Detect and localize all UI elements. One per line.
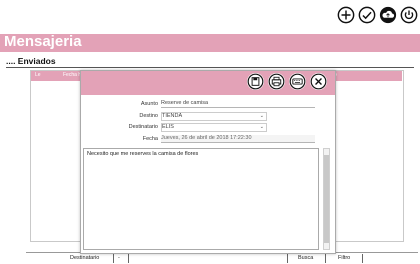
footer-separator (128, 254, 129, 263)
dialog-header (81, 71, 335, 95)
footer-search-input[interactable] (131, 255, 281, 263)
destino-label: Destino (139, 113, 158, 119)
print-icon[interactable] (268, 73, 285, 90)
plus-circle-icon[interactable] (337, 6, 355, 24)
footer-separator (362, 254, 363, 263)
search-button[interactable]: Busca (298, 255, 313, 261)
destino-select[interactable]: TIENDA ⌄ (161, 112, 267, 121)
destinatario-value: ELIS (162, 124, 174, 130)
message-dialog: Asunto Reserve de camisa Destino TIENDA … (80, 70, 336, 254)
app-header: Mensajeria (0, 33, 420, 52)
app-title: Mensajeria (4, 33, 82, 50)
close-icon[interactable] (310, 73, 327, 90)
top-toolbar (337, 6, 418, 24)
power-icon[interactable] (400, 6, 418, 24)
fecha-field: Jueves, 26 de abril de 2018 17:22:30 (161, 135, 315, 143)
footer-destinatario-label: Destinatario (70, 255, 100, 261)
asunto-label: Asunto (140, 101, 158, 107)
footer-separator (287, 254, 288, 263)
chevron-down-icon: ⌄ (259, 124, 264, 130)
fecha-label: Fecha (142, 136, 158, 142)
destinatario-label: Destinatario (128, 124, 158, 130)
asunto-field[interactable]: Reserve de camisa (161, 100, 315, 108)
table-header-le: Le (35, 72, 41, 78)
footer-destinatario-value[interactable]: - (118, 255, 120, 261)
destinatario-select[interactable]: ELIS ⌄ (161, 123, 267, 132)
save-icon[interactable] (247, 73, 264, 90)
check-circle-icon[interactable] (358, 6, 376, 24)
destino-value: TIENDA (162, 113, 183, 119)
message-textarea[interactable]: Necesito que me reserves la camisa de fl… (83, 148, 319, 250)
section-divider (6, 67, 414, 68)
filter-button[interactable]: Filtro (338, 255, 350, 261)
section-title: .... Enviados (6, 56, 56, 66)
chevron-down-icon: ⌄ (259, 113, 264, 119)
scrollbar-thumb[interactable] (324, 155, 329, 243)
keyboard-icon[interactable] (289, 73, 306, 90)
cloud-upload-icon[interactable] (379, 6, 397, 24)
footer-separator (325, 254, 326, 263)
footer-separator (113, 254, 114, 263)
